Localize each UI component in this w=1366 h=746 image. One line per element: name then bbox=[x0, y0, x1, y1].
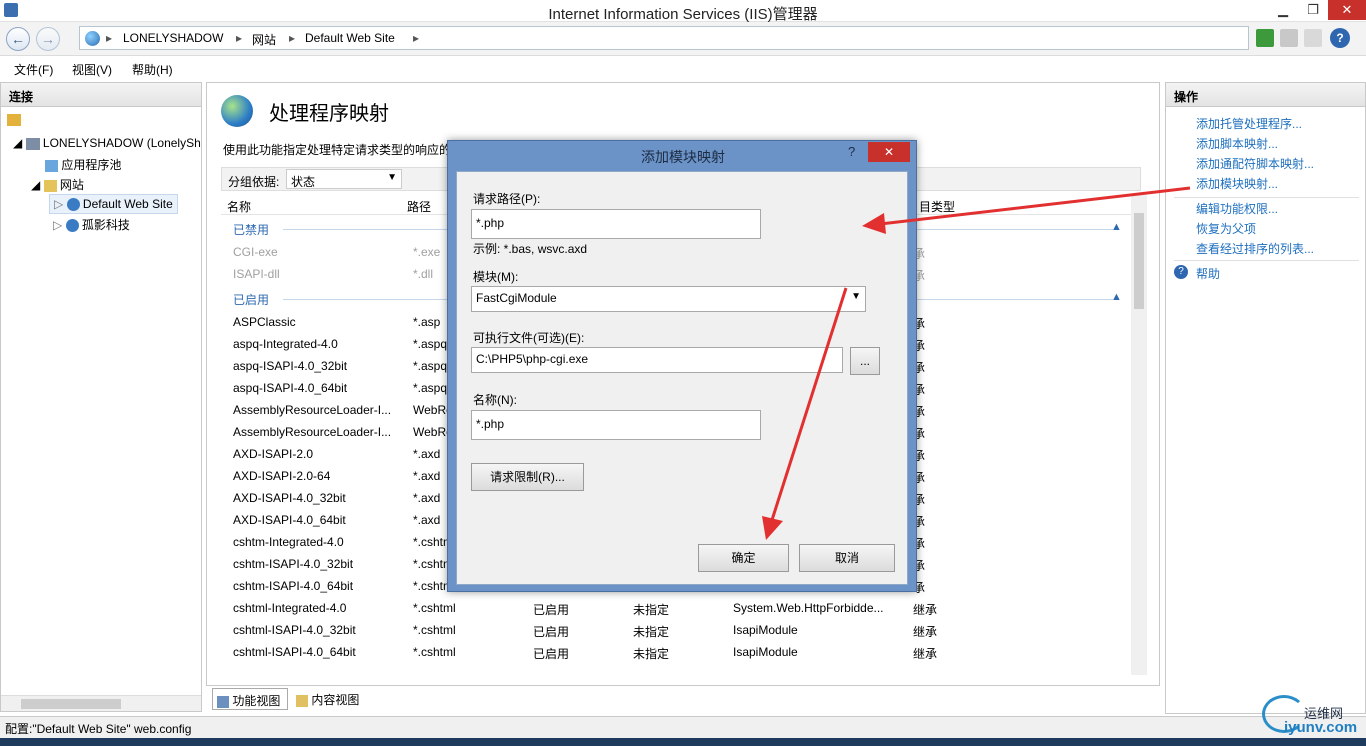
arrow-to-ok bbox=[770, 287, 848, 521]
status-bar: 配置:"Default Web Site" web.config 运维网 iyu… bbox=[0, 695, 1366, 738]
status-text: 配置:"Default Web Site" web.config bbox=[5, 722, 192, 736]
watermark-url: iyunv.com bbox=[1284, 719, 1358, 736]
arrow-head bbox=[862, 213, 886, 234]
arrow-head bbox=[762, 516, 783, 540]
taskbar bbox=[0, 738, 1366, 746]
annotation-arrows bbox=[762, 186, 1191, 540]
arrow-to-path bbox=[879, 186, 1191, 226]
